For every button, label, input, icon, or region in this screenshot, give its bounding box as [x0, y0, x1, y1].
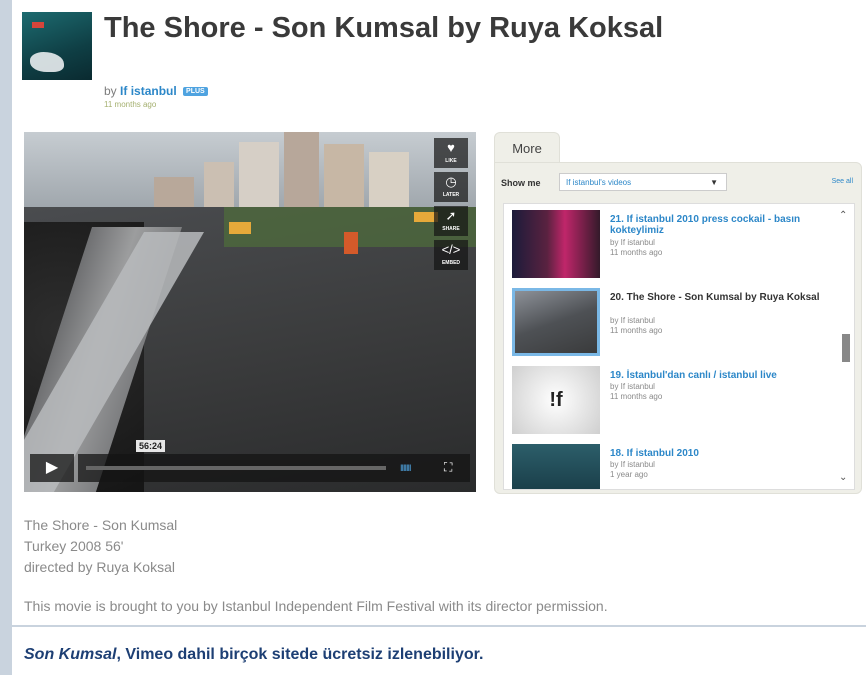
list-item[interactable]: 21. If istanbul 2010 press cockail - bas…: [504, 208, 834, 280]
video-player[interactable]: ♥ LIKE ◷ LATER ➚ SHARE </> EMBED ▶ 56:24…: [24, 132, 476, 492]
item-thumbnail: [512, 444, 600, 489]
item-title: 20. The Shore - Son Kumsal by Ruya Koksa…: [610, 292, 820, 303]
list-item[interactable]: 20. The Shore - Son Kumsal by Ruya Koksa…: [504, 286, 834, 358]
video-thumbnail[interactable]: [22, 12, 92, 80]
byline: by If istanbul PLUS: [104, 84, 208, 98]
timecode: 56:24: [136, 440, 166, 452]
clock-icon: ◷: [445, 174, 457, 189]
video-list: 21. If istanbul 2010 press cockail - bas…: [503, 203, 855, 490]
caption-text: , Vimeo dahil birçok sitede ücretsiz izl…: [116, 646, 484, 663]
chevron-down-icon: ▼: [710, 178, 718, 187]
item-ago: 11 months ago: [610, 248, 663, 257]
upload-age: 11 months ago: [104, 100, 157, 109]
see-all-link[interactable]: See all: [832, 178, 853, 185]
plus-badge: PLUS: [183, 87, 208, 97]
chevron-up-icon[interactable]: ⌃: [839, 210, 847, 221]
description-line: directed by Ruya Koksal: [24, 559, 175, 575]
item-by: by If istanbul: [610, 460, 655, 469]
like-button[interactable]: ♥ LIKE: [434, 138, 468, 168]
video-building: [284, 132, 319, 212]
embed-icon: </>: [441, 242, 461, 257]
byline-prefix: by: [104, 84, 117, 98]
if-logo: !f: [549, 389, 563, 411]
divider: [12, 625, 866, 627]
item-ago: 11 months ago: [610, 326, 663, 335]
player-controls: ▶ 56:24 IIIIIII ⛶: [30, 440, 470, 482]
like-label: LIKE: [445, 158, 457, 164]
later-label: LATER: [442, 192, 460, 198]
page-title: The Shore - Son Kumsal by Ruya Koksal: [104, 12, 664, 44]
embed-button[interactable]: </> EMBED: [434, 240, 468, 270]
item-thumbnail: [512, 288, 600, 356]
caption: Son Kumsal, Vimeo dahil birçok sitede üc…: [24, 646, 483, 664]
heart-icon: ♥: [447, 140, 455, 155]
description-line: Turkey 2008 56': [24, 538, 124, 554]
fullscreen-icon[interactable]: ⛶: [444, 460, 452, 475]
item-title: 19. İstanbul'dan canlı / istanbul live: [610, 370, 777, 381]
videos-select[interactable]: If istanbul's videos ▼: [559, 173, 727, 191]
embed-label: EMBED: [441, 260, 461, 266]
video-building: [324, 144, 364, 214]
video-building: [239, 142, 279, 212]
item-by: by If istanbul: [610, 382, 655, 391]
left-accent-bar: [0, 0, 12, 675]
play-button[interactable]: ▶: [30, 454, 74, 482]
list-scrollbar[interactable]: ⌃ ⌄: [834, 204, 854, 489]
share-label: SHARE: [442, 226, 460, 232]
description-line: The Shore - Son Kumsal: [24, 517, 178, 533]
list-item[interactable]: 18. If istanbul 2010 by If istanbul 1 ye…: [504, 442, 834, 489]
more-box: Show me If istanbul's videos ▼ See all 2…: [494, 162, 862, 494]
description-note: This movie is brought to you by Istanbul…: [24, 598, 608, 614]
item-thumbnail: [512, 210, 600, 278]
video-excavator: [229, 222, 251, 234]
caption-italic: Son Kumsal: [24, 646, 117, 663]
item-thumbnail: !f: [512, 366, 600, 434]
more-panel: More Show me If istanbul's videos ▼ See …: [494, 132, 862, 494]
video-excavator: [344, 232, 358, 254]
progress-track[interactable]: [86, 466, 386, 470]
tab-more[interactable]: More: [494, 132, 560, 165]
item-by: by If istanbul: [610, 238, 655, 247]
item-title: 18. If istanbul 2010: [610, 448, 699, 459]
scrollbar-thumb[interactable]: [842, 334, 850, 362]
video-description: The Shore - Son Kumsal Turkey 2008 56' d…: [24, 515, 177, 578]
video-building: [369, 152, 409, 212]
author-link[interactable]: If istanbul: [120, 84, 177, 98]
thumbnail-shape: [30, 52, 64, 72]
watch-later-button[interactable]: ◷ LATER: [434, 172, 468, 202]
thumbnail-accent: [32, 22, 44, 28]
control-bar: 56:24 IIIIIII ⛶: [78, 440, 470, 482]
play-icon: ▶: [45, 459, 59, 476]
chevron-down-icon[interactable]: ⌄: [839, 472, 847, 483]
show-me-label: Show me: [501, 178, 541, 188]
select-value: If istanbul's videos: [566, 178, 632, 187]
share-button[interactable]: ➚ SHARE: [434, 206, 468, 236]
share-icon: ➚: [445, 208, 457, 223]
player-actions: ♥ LIKE ◷ LATER ➚ SHARE </> EMBED: [434, 138, 470, 274]
list-item[interactable]: !f 19. İstanbul'dan canlı / istanbul liv…: [504, 364, 834, 436]
item-ago: 1 year ago: [610, 470, 648, 479]
item-title: 21. If istanbul 2010 press cockail - bas…: [610, 214, 801, 236]
item-by: by If istanbul: [610, 316, 655, 325]
item-ago: 11 months ago: [610, 392, 663, 401]
volume-control[interactable]: IIIIIII: [400, 463, 411, 473]
